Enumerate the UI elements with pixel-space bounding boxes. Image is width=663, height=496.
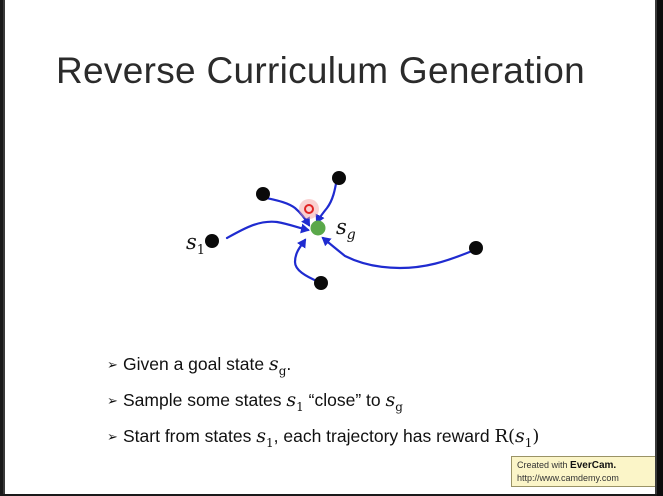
- trajectory-from-right: [321, 236, 474, 270]
- math-sg: sg: [268, 353, 287, 378]
- state-s1-node: [205, 234, 219, 248]
- bullet-list: ➢ Given a goal state sg. ➢ Sample some sta…: [107, 352, 539, 460]
- trajectory-from-top-right: [315, 176, 339, 224]
- math-s1: s1: [286, 389, 304, 414]
- bullet-arrow-icon: ➢: [107, 393, 118, 408]
- bullet-sample-states: ➢ Sample some states s1 “close” to sg: [107, 389, 403, 414]
- evercam-watermark: Created with EverCam. http://www.camdemy…: [511, 456, 655, 487]
- trajectory-from-s1: [225, 220, 310, 240]
- start-state-label: s1: [186, 230, 205, 258]
- cursor-highlight-icon: [299, 199, 319, 219]
- slide: Reverse Curriculum Generation s1 sg ➢ Gi…: [3, 0, 657, 494]
- goal-state-node: [310, 220, 326, 236]
- state-node-top-right: [332, 171, 346, 185]
- watermark-url: http://www.camdemy.com: [517, 473, 619, 483]
- goal-state-label: sg: [336, 215, 356, 243]
- trajectory-from-bottom: [293, 238, 321, 284]
- state-node-top-left: [256, 187, 270, 201]
- bullet-goal-state: ➢ Given a goal state sg.: [107, 353, 292, 378]
- math-sg: sg: [385, 389, 403, 414]
- bullet-arrow-icon: ➢: [107, 357, 118, 372]
- bullet-arrow-icon: ➢: [107, 429, 118, 444]
- math-reward: R(s1): [494, 425, 540, 450]
- math-s1: s1: [256, 425, 274, 450]
- state-node-right: [469, 241, 483, 255]
- watermark-brand: EverCam: [570, 460, 614, 471]
- state-node-bottom: [314, 276, 328, 290]
- watermark-line-1: Created with EverCam.: [517, 460, 617, 471]
- bullet-start-from-states: ➢ Start from states s1, each trajectory h…: [107, 425, 540, 450]
- window-edge: [657, 0, 663, 496]
